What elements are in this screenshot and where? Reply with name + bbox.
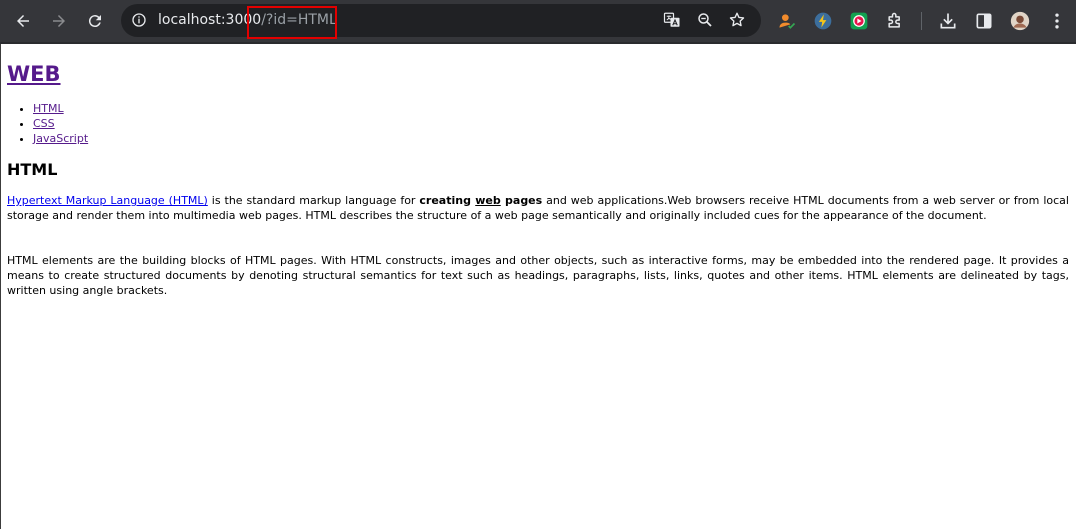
html-definition-link[interactable]: Hypertext Markup Language (HTML) (7, 194, 208, 207)
toolbar-divider (921, 12, 922, 30)
extension-user-button[interactable] (775, 9, 799, 33)
list-item: CSS (33, 116, 88, 131)
extensions-button[interactable] (883, 9, 907, 33)
menu-button[interactable] (1045, 9, 1069, 33)
more-vertical-icon (1055, 13, 1059, 29)
site-title: WEB (7, 61, 61, 87)
download-icon (940, 13, 956, 29)
play-icon (850, 12, 868, 30)
side-panel-icon (976, 13, 992, 29)
list-item: JavaScript (33, 131, 88, 146)
nav-link-html[interactable]: HTML (33, 102, 64, 115)
paragraph-text: is the standard markup language for (207, 194, 420, 207)
reload-button[interactable] (81, 7, 109, 35)
bold-text-creating: creating (419, 194, 471, 207)
downloads-button[interactable] (936, 9, 960, 33)
zoom-button[interactable] (694, 9, 716, 31)
arrow-left-icon (17, 15, 29, 27)
site-info-button[interactable] (128, 9, 150, 31)
lightning-icon (814, 12, 832, 30)
article-paragraph-1: Hypertext Markup Language (HTML) is the … (7, 193, 1069, 223)
url-highlight-annotation (247, 6, 337, 39)
zoom-icon (698, 13, 712, 27)
back-button[interactable] (9, 7, 37, 35)
page-content: WEB HTML CSS JavaScript HTML Hypertext M… (0, 44, 1076, 529)
article-title: HTML (7, 160, 58, 179)
url-host: localhost:3000 (158, 12, 262, 28)
bold-underlined-text-web: web (475, 194, 501, 207)
puzzle-icon (888, 12, 900, 28)
reload-icon (88, 15, 101, 28)
nav-link-javascript[interactable]: JavaScript (33, 132, 88, 145)
list-item: HTML (33, 101, 88, 116)
avatar (1010, 11, 1030, 31)
nav-link-css[interactable]: CSS (33, 117, 55, 130)
extension-video-button[interactable] (847, 9, 871, 33)
star-icon (729, 12, 745, 27)
forward-button[interactable] (45, 7, 73, 35)
extension-lightning-button[interactable] (811, 9, 835, 33)
person-check-icon (779, 14, 796, 29)
side-panel-button[interactable] (972, 9, 996, 33)
browser-toolbar: localhost:3000/?id=HTML (0, 0, 1076, 42)
translate-button[interactable] (661, 9, 683, 31)
bookmark-button[interactable] (726, 9, 748, 31)
info-circle-icon (132, 13, 146, 27)
article-paragraph-2: HTML elements are the building blocks of… (7, 254, 1069, 297)
profile-button[interactable] (1008, 9, 1032, 33)
translate-icon (663, 12, 680, 27)
site-title-link[interactable]: WEB (7, 62, 61, 86)
arrow-right-icon (53, 15, 65, 27)
address-bar[interactable]: localhost:3000/?id=HTML (121, 4, 761, 37)
nav-list: HTML CSS JavaScript (7, 101, 88, 146)
bold-text-pages: pages (505, 194, 543, 207)
